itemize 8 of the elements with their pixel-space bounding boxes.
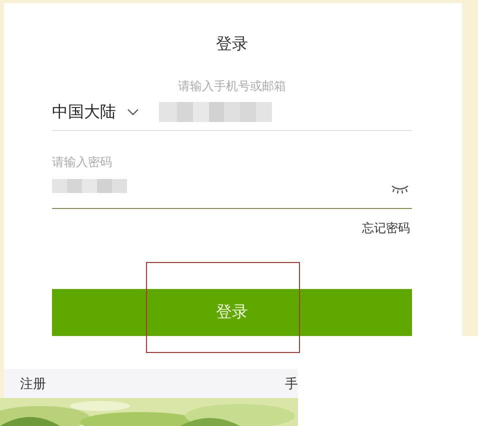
footer-link[interactable]: 手 — [285, 374, 298, 392]
region-selector[interactable]: 中国大陆 — [52, 100, 116, 124]
login-title: 登录 — [215, 33, 249, 55]
forgot-password-link[interactable]: 忘记密码 — [362, 220, 410, 236]
phone-field[interactable]: 请输入手机号或邮箱 中国大陆 — [52, 55, 412, 131]
chevron-down-icon[interactable] — [127, 108, 139, 116]
footer-link[interactable]: 注册 — [20, 374, 46, 392]
eye-closed-icon[interactable] — [390, 184, 410, 194]
